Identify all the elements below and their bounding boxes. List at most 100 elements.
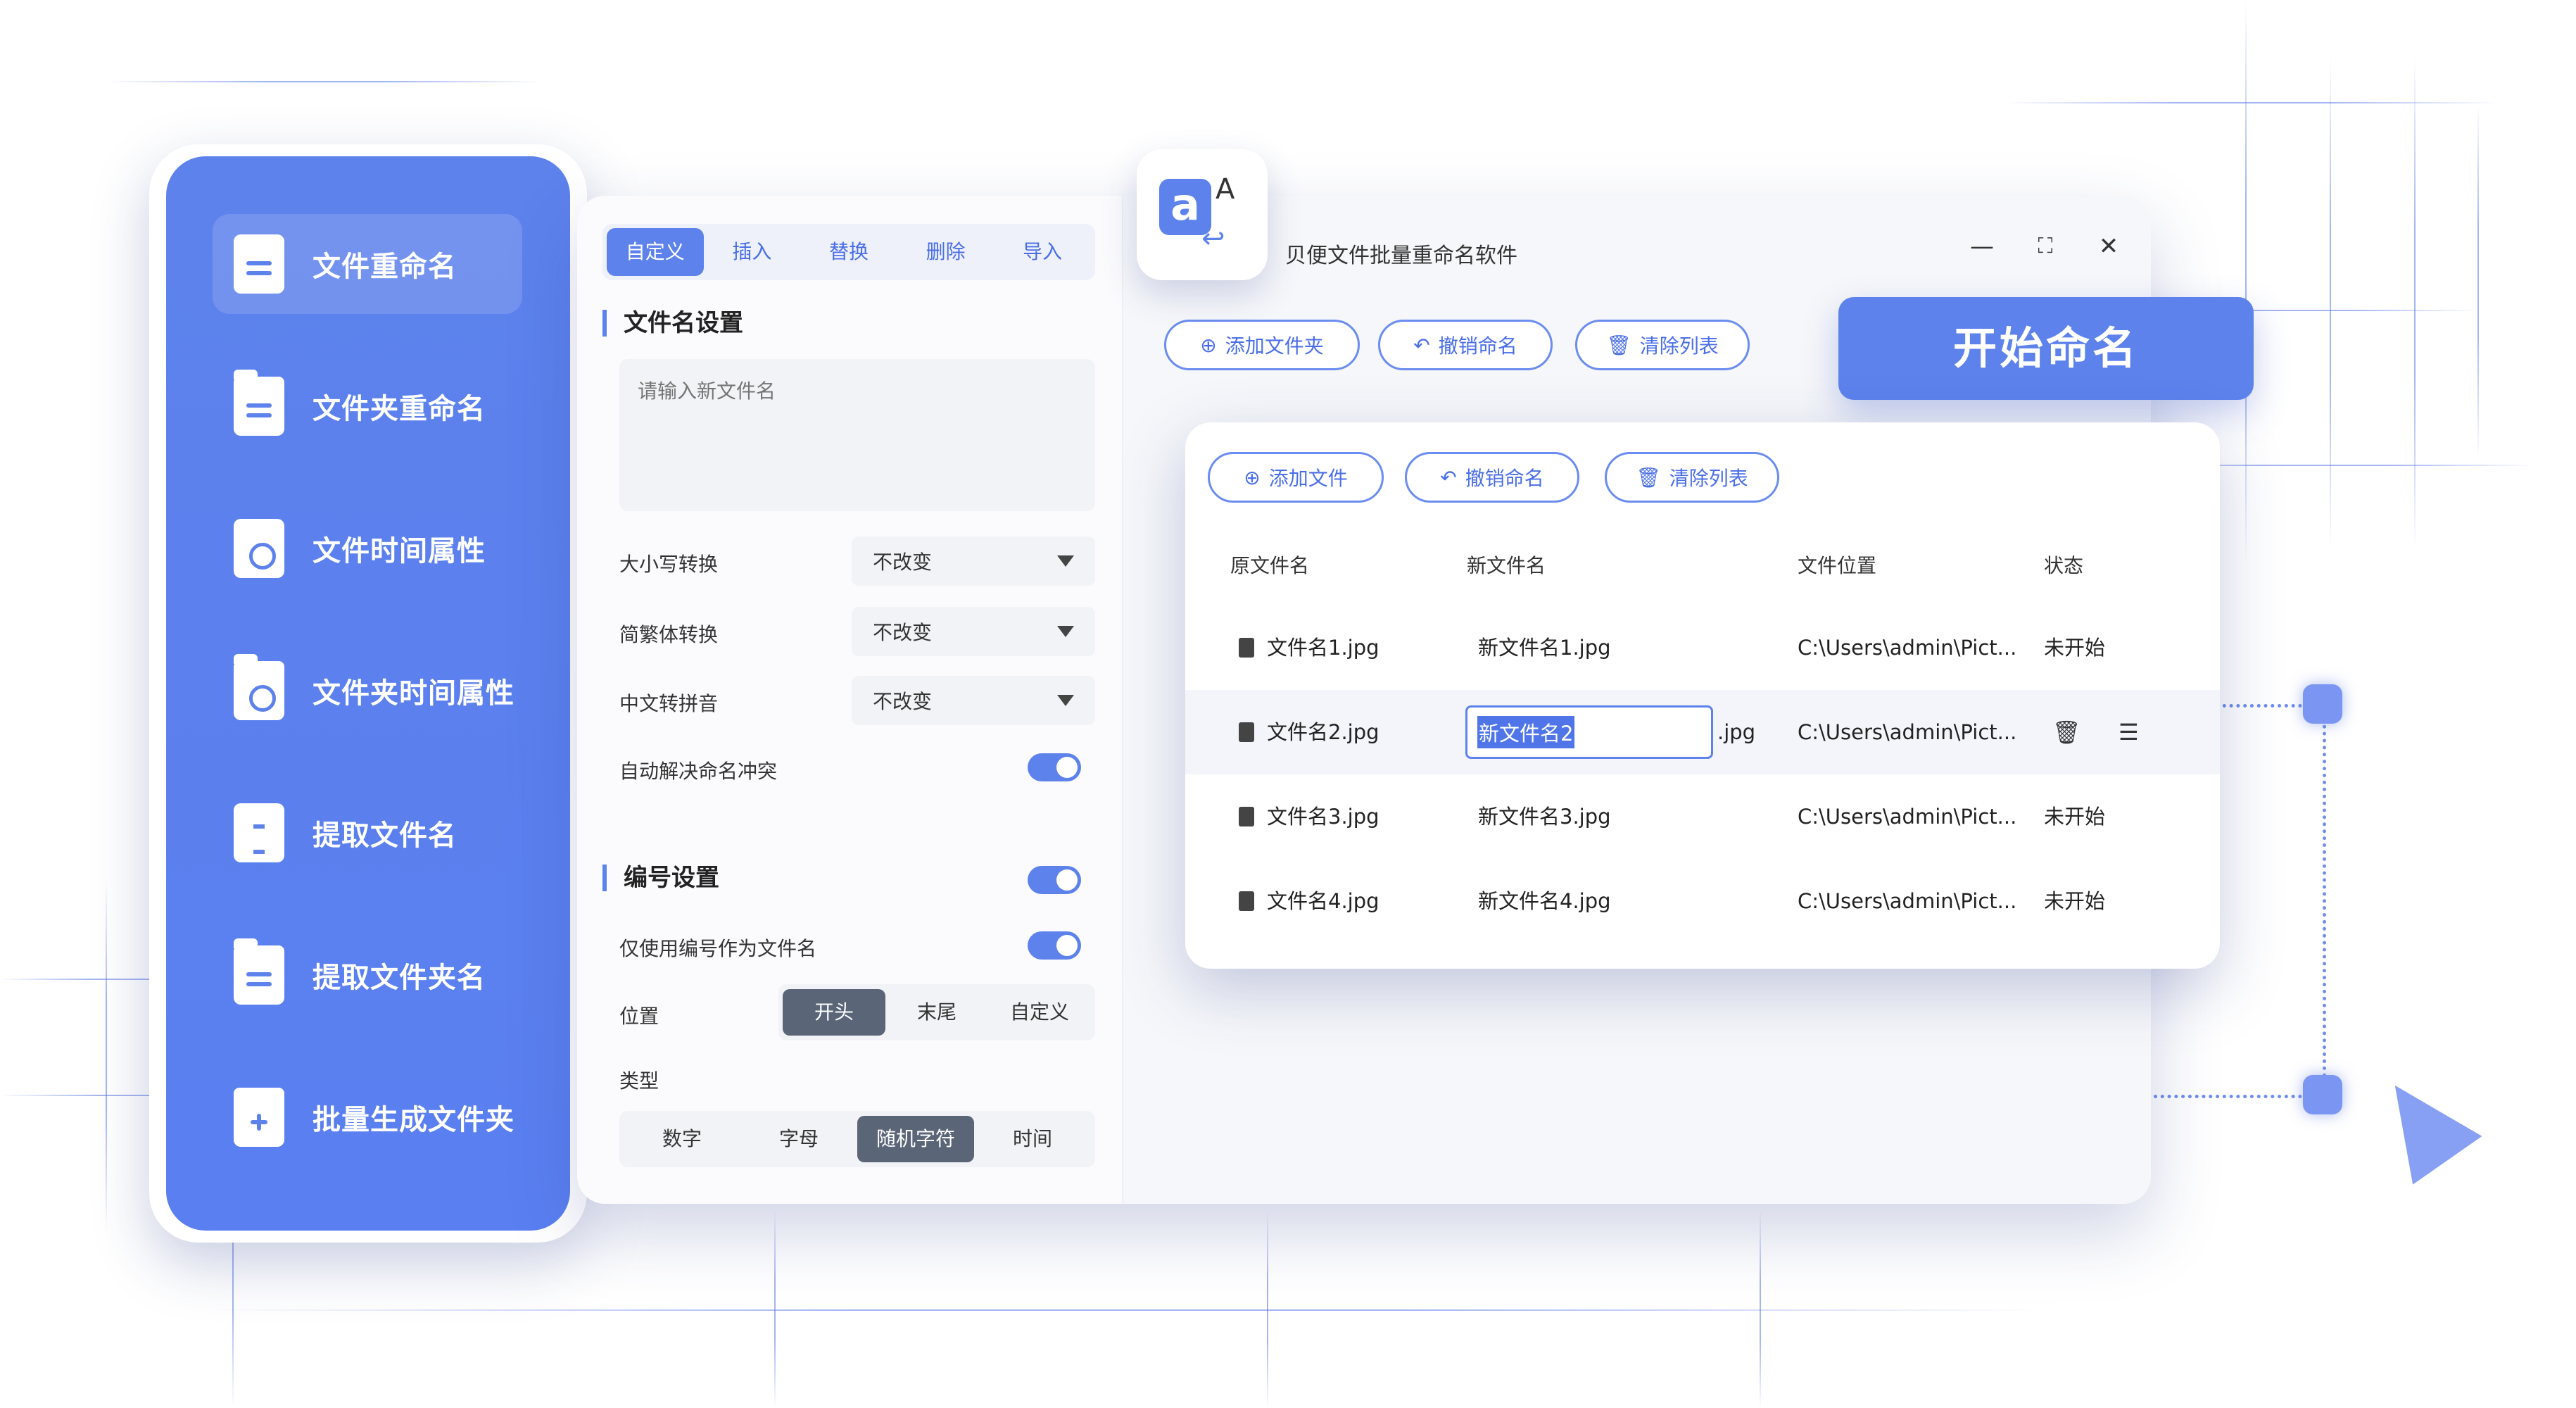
trash-icon: 🗑: [1636, 465, 1661, 489]
tab-replace[interactable]: 替换: [800, 228, 897, 276]
selected-text: 新文件名2: [1477, 716, 1575, 748]
chevron-down-icon: [1057, 695, 1074, 706]
add-folder-label: 添加文件夹: [1225, 334, 1324, 358]
location-cell: C:\Users\admin\Pict...: [1798, 720, 2017, 744]
type-time[interactable]: 时间: [974, 1116, 1091, 1162]
folder-icon: [234, 370, 284, 436]
position-custom[interactable]: 自定义: [988, 989, 1091, 1036]
close-button[interactable]: ✕: [2088, 225, 2130, 268]
type-letter[interactable]: 字母: [740, 1116, 857, 1162]
table-row[interactable]: 文件名3.jpg 新文件名3.jpg C:\Users\admin\Pict..…: [1185, 774, 2220, 859]
new-name-edit-input[interactable]: 新文件名2: [1465, 705, 1713, 759]
sidebar-item-folder-rename[interactable]: 文件夹重命名: [213, 356, 522, 456]
app-logo: a A ↩: [1137, 149, 1268, 280]
folder-add-icon: ⊕: [1200, 333, 1217, 357]
col-header-new: 新文件名: [1467, 554, 1546, 577]
tab-import[interactable]: 导入: [994, 228, 1091, 276]
position-start[interactable]: 开头: [783, 989, 885, 1036]
add-folder-button[interactable]: ⊕ 添加文件夹: [1164, 320, 1360, 370]
location-cell: C:\Users\admin\Pict...: [1798, 636, 2017, 660]
tab-insert[interactable]: 插入: [704, 228, 801, 276]
panel-clear-list-button[interactable]: 🗑 清除列表: [1605, 452, 1779, 503]
original-name-cell: 文件名1.jpg: [1239, 605, 1379, 690]
sidebar: 文件重命名 文件夹重命名 文件时间属性 文件夹时间属性 提取文件名 提取文件夹名…: [166, 156, 570, 1231]
new-filename-input[interactable]: [619, 359, 1095, 511]
extension-label: .jpg: [1717, 720, 1756, 744]
case-select-value: 不改变: [873, 551, 933, 574]
minimize-button[interactable]: —: [1961, 225, 2003, 268]
position-label: 位置: [619, 1005, 659, 1028]
folder-clock-icon: [234, 654, 284, 720]
type-random[interactable]: 随机字符: [857, 1116, 974, 1162]
panel-clear-list-label: 清除列表: [1669, 467, 1748, 490]
delete-row-icon[interactable]: 🗑: [2052, 690, 2081, 774]
numbering-toggle[interactable]: [1028, 866, 1081, 894]
original-name-cell: 文件名4.jpg: [1239, 859, 1379, 943]
sidebar-item-batch-folders[interactable]: 批量生成文件夹: [213, 1067, 522, 1167]
sidebar-item-label: 批量生成文件夹: [312, 1104, 514, 1136]
location-cell: C:\Users\admin\Pict...: [1798, 889, 2017, 913]
sidebar-item-folder-time[interactable]: 文件夹时间属性: [213, 641, 522, 741]
undo-icon: ↶: [1440, 465, 1457, 489]
table-row[interactable]: 文件名1.jpg 新文件名1.jpg C:\Users\admin\Pict..…: [1185, 605, 2220, 690]
sidebar-item-extract-filename[interactable]: 提取文件名: [213, 783, 522, 883]
original-name: 文件名3.jpg: [1267, 805, 1379, 829]
tab-delete[interactable]: 删除: [897, 228, 995, 276]
pinyin-label: 中文转拼音: [619, 692, 719, 715]
add-file-button[interactable]: ⊕ 添加文件: [1208, 452, 1384, 503]
col-header-status: 状态: [2044, 554, 2084, 577]
sidebar-item-label: 文件重命名: [312, 251, 457, 283]
file-icon: [1239, 807, 1254, 826]
status-cell: 未开始: [2044, 805, 2106, 829]
sidebar-item-extract-foldername[interactable]: 提取文件夹名: [213, 925, 522, 1025]
clear-list-label: 清除列表: [1639, 334, 1719, 358]
clear-list-button[interactable]: 🗑 清除列表: [1575, 320, 1750, 370]
undo-icon: ↶: [1413, 333, 1430, 357]
file-upload-icon: [234, 803, 284, 862]
file-clock-icon: [234, 519, 284, 578]
type-number[interactable]: 数字: [624, 1116, 740, 1162]
maximize-button[interactable]: ⛶: [2024, 225, 2066, 268]
original-name: 文件名4.jpg: [1267, 889, 1379, 913]
location-cell: C:\Users\admin\Pict...: [1798, 805, 2017, 829]
numbering-section-title: 编号设置: [602, 865, 719, 891]
folder-plus-icon: [234, 1088, 284, 1147]
pinyin-select-value: 不改变: [873, 690, 933, 713]
new-name-cell: 新文件名3.jpg: [1478, 805, 1611, 829]
sidebar-item-file-time[interactable]: 文件时间属性: [213, 498, 522, 598]
sort-icon[interactable]: ☰: [2119, 690, 2139, 774]
case-label: 大小写转换: [619, 553, 719, 576]
chevron-down-icon: [1057, 626, 1074, 637]
sidebar-item-label: 文件时间属性: [312, 535, 486, 567]
file-icon: [1239, 891, 1254, 911]
tab-bar: 自定义 插入 替换 删除 导入: [602, 224, 1095, 280]
settings-panel: 自定义 插入 替换 删除 导入 文件名设置 大小写转换 不改变 简繁体转换 不改…: [577, 196, 1123, 1204]
case-select[interactable]: 不改变: [852, 536, 1095, 586]
tab-custom[interactable]: 自定义: [607, 228, 704, 276]
only-number-toggle[interactable]: [1028, 931, 1081, 960]
folder-extract-icon: [234, 938, 284, 1005]
start-rename-button[interactable]: 开始命名: [1838, 297, 2254, 400]
sidebar-item-file-rename[interactable]: 文件重命名: [213, 214, 522, 314]
undo-rename-button[interactable]: ↶ 撤销命名: [1378, 320, 1553, 370]
trad-select[interactable]: 不改变: [852, 607, 1095, 656]
window-title: 贝便文件批量重命名软件: [1285, 244, 1517, 268]
table-row-selected[interactable]: 文件名2.jpg 新文件名2 .jpg C:\Users\admin\Pict.…: [1185, 690, 2220, 774]
chevron-down-icon: [1057, 555, 1074, 567]
trash-icon: 🗑: [1606, 333, 1631, 357]
table-row[interactable]: 文件名4.jpg 新文件名4.jpg C:\Users\admin\Pict..…: [1185, 859, 2220, 943]
file-icon: [1239, 638, 1254, 658]
file-add-icon: ⊕: [1244, 465, 1261, 489]
status-cell: 未开始: [2044, 636, 2106, 660]
only-number-label: 仅使用编号作为文件名: [619, 937, 817, 960]
sidebar-item-label: 文件夹重命名: [312, 393, 486, 425]
cursor-arrow-icon: [2360, 1061, 2482, 1185]
position-end[interactable]: 末尾: [885, 989, 988, 1036]
panel-undo-rename-button[interactable]: ↶ 撤销命名: [1405, 452, 1579, 503]
conflict-toggle[interactable]: [1028, 753, 1081, 781]
trad-label: 简繁体转换: [619, 623, 719, 646]
type-segment: 数字 字母 随机字符 时间: [619, 1111, 1095, 1167]
panel-undo-rename-label: 撤销命名: [1465, 467, 1544, 490]
sidebar-item-label: 提取文件名: [312, 819, 457, 852]
pinyin-select[interactable]: 不改变: [852, 676, 1095, 725]
